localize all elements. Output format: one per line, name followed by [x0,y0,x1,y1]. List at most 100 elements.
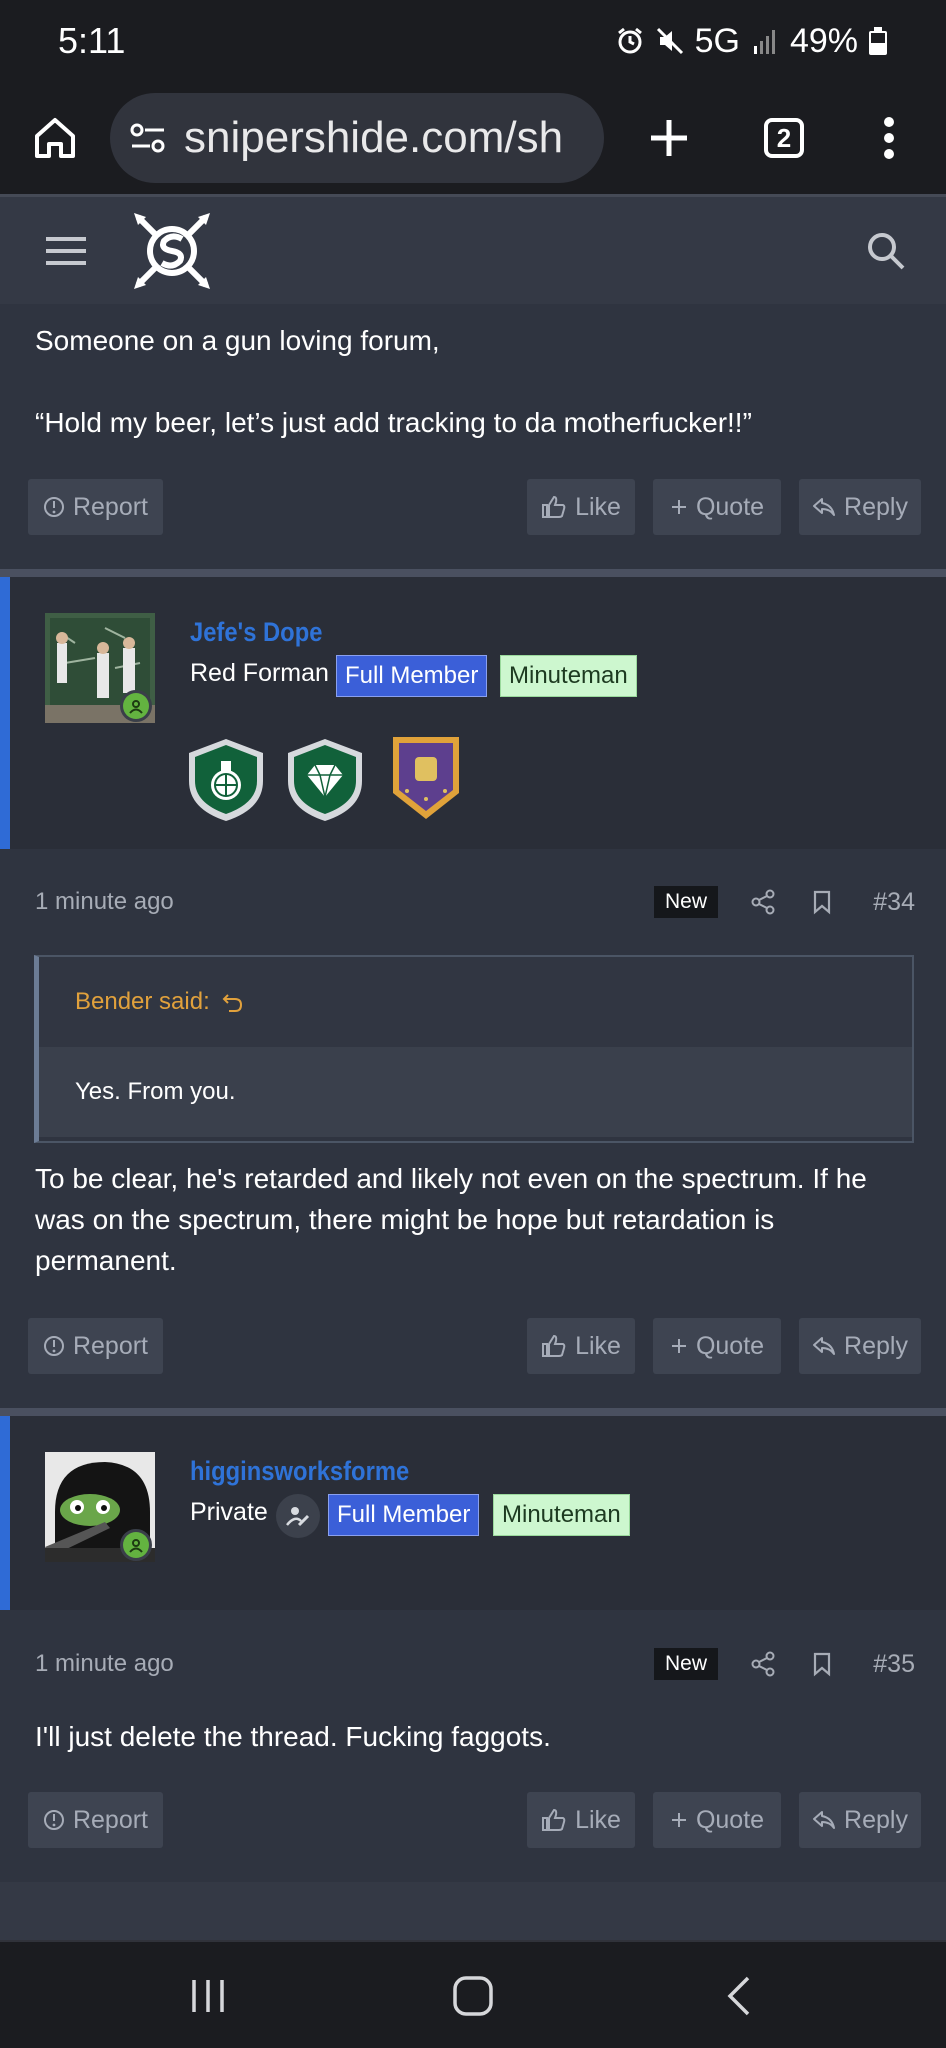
post-line: “Hold my beer, let’s just add tracking t… [35,407,752,438]
message-user-block: Jefe's Dope Red Forman Full Member Minut… [0,577,946,849]
mute-icon [656,27,683,55]
post-meta: 1 minute ago New #35 [35,1644,915,1684]
quote-attribution: Bender said: [75,988,210,1015]
reply-button[interactable]: Reply [799,1792,921,1848]
post-body: Someone on a gun loving forum, “Hold my … [35,320,915,443]
new-tab-button[interactable] [604,82,734,194]
quote-block: Bender said: Yes. From you. [34,955,914,1143]
url-text: snipershide.com/sh [184,113,564,162]
quote-label: Quote [695,1331,765,1360]
jump-to-quote-icon[interactable] [222,991,244,1013]
user-title: Private [190,1498,268,1526]
like-button[interactable]: Like [527,1792,635,1848]
address-bar[interactable]: snipershide.com/sh [110,93,604,183]
like-label: Like [575,492,621,521]
diamond-badge-icon[interactable] [282,735,368,825]
site-settings-icon[interactable] [128,118,168,158]
quote-label: Quote [695,1805,765,1834]
user-edit-icon [286,1507,310,1527]
user-online-icon [129,700,143,714]
bookmark-icon[interactable] [808,1650,836,1678]
report-icon [43,1336,64,1356]
plus-icon [671,500,686,514]
post-actions: Report Like Quote Reply [28,1792,921,1848]
report-button[interactable]: Report [28,1792,163,1848]
report-button[interactable]: Report [28,479,163,535]
user-banner: Minuteman [493,1494,630,1536]
report-label: Report [72,1331,149,1360]
post-separator [0,1408,946,1416]
reply-icon [813,1337,836,1355]
home-icon [35,118,75,158]
plus-icon [671,1339,686,1353]
post-time[interactable]: 1 minute ago [35,1644,174,1684]
tab-switcher-button[interactable]: 2 [734,82,834,194]
thumbs-up-icon [542,1334,566,1357]
home-nav-button[interactable] [413,1942,533,2048]
site-search-button[interactable] [826,196,946,306]
home-button[interactable] [0,82,110,194]
thumbs-up-icon [542,495,566,518]
like-button[interactable]: Like [527,479,635,535]
quote-header[interactable]: Bender said: [39,957,912,1047]
plus-icon [651,120,687,156]
browser-menu-button[interactable] [834,82,944,194]
share-icon[interactable] [749,1650,777,1678]
quote-button[interactable]: Quote [653,1318,781,1374]
post-body: To be clear, he's retarded and likely no… [35,1163,867,1276]
username[interactable]: Jefe's Dope [190,617,322,648]
system-navigation-bar [0,1940,946,2048]
user-accent-bar [0,1416,10,1610]
post-body: I'll just delete the thread. Fucking fag… [35,1721,551,1752]
post-number[interactable]: #34 [873,882,915,922]
report-button[interactable]: Report [28,1318,163,1374]
user-online-icon [129,1539,143,1553]
nav-menu-button[interactable] [0,196,132,306]
reply-icon [813,1811,836,1829]
grenade-badge-icon[interactable] [183,735,269,825]
site-logo[interactable] [132,211,212,291]
status-bar: 5:11 5G 49% [0,0,946,82]
battery-icon [869,27,887,55]
reply-icon [813,498,836,516]
reply-button[interactable]: Reply [799,1318,921,1374]
post-number[interactable]: #35 [873,1644,915,1684]
status-indicators: 5G 49% [615,22,888,61]
online-status-indicator [120,690,152,722]
back-button[interactable] [678,1942,798,2048]
reply-button[interactable]: Reply [799,479,921,535]
quote-button[interactable]: Quote [653,479,781,535]
post-actions: Report Like Quote Reply [28,479,921,535]
rank-badge-icon[interactable] [383,733,469,823]
username[interactable]: higginsworksforme [190,1456,409,1487]
bookmark-icon[interactable] [808,888,836,916]
reply-label: Reply [844,492,908,521]
like-label: Like [575,1805,621,1834]
status-time: 5:11 [58,20,126,61]
user-banner: Full Member [336,655,488,697]
like-button[interactable]: Like [527,1318,635,1374]
post-separator [0,569,946,577]
back-chevron-icon [727,1976,750,2016]
reply-label: Reply [844,1805,908,1834]
network-label: 5G [694,21,740,60]
home-circle-icon [453,1976,493,2016]
share-icon[interactable] [749,888,777,916]
search-icon [868,232,905,269]
page: 5:11 5G 49% snipershide.com/sh 2 Someone… [0,0,946,2048]
recent-apps-button[interactable] [148,1942,268,2048]
report-label: Report [72,492,149,521]
user-title: Red Forman [190,659,329,687]
recent-apps-icon [192,1980,224,2012]
quote-button[interactable]: Quote [653,1792,781,1848]
reply-label: Reply [844,1331,908,1360]
user-edit-badge [276,1494,320,1538]
message-user-block: higginsworksforme Private Full Member Mi… [0,1416,946,1610]
plus-icon [671,1813,686,1827]
post-time[interactable]: 1 minute ago [35,882,174,922]
more-vertical-icon [884,117,894,159]
online-status-indicator [120,1529,152,1561]
user-banner: Full Member [328,1494,480,1536]
alarm-icon [617,27,642,54]
post-actions: Report Like Quote Reply [28,1318,921,1374]
